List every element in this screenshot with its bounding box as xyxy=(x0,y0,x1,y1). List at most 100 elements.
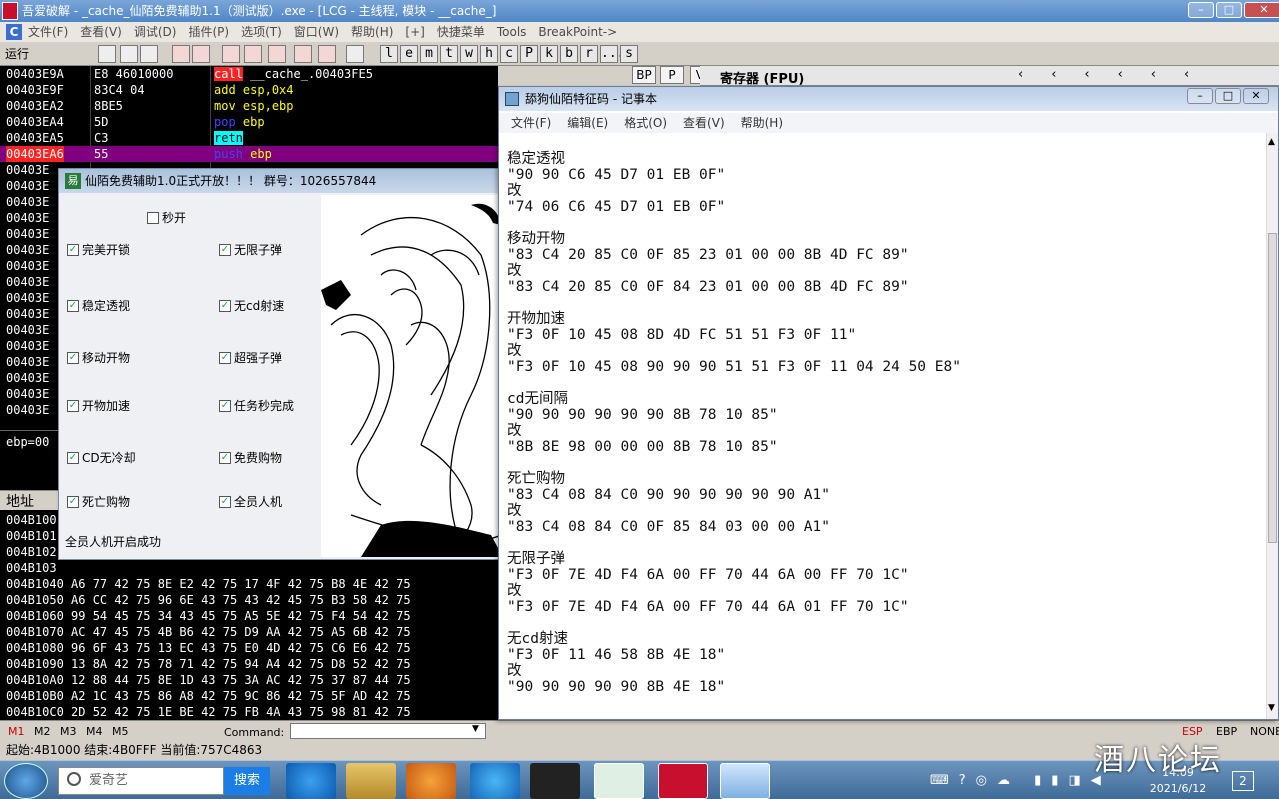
command-dropdown-icon[interactable]: ▼ xyxy=(472,724,479,734)
notepad-maximize-button[interactable]: □ xyxy=(1215,88,1241,104)
command-input[interactable] xyxy=(290,723,486,739)
checkbox-option[interactable]: ✓ 移动开物 xyxy=(67,349,130,366)
notepad-menu-item[interactable]: 格式(O) xyxy=(624,113,667,133)
check-icon[interactable]: ✓ xyxy=(219,299,231,312)
m-button[interactable]: M1 xyxy=(8,725,25,738)
check-icon[interactable]: ✓ xyxy=(67,399,79,412)
scroll-down-icon[interactable]: ▼ xyxy=(1268,703,1275,713)
dump-row[interactable]: 004B102 xyxy=(6,544,57,560)
disasm-row[interactable]: 00403EA5 C3 retn xyxy=(0,130,498,146)
media-player-icon[interactable] xyxy=(406,763,456,799)
dump-row[interactable]: 004B1090 13 8A 42 75 78 71 42 75 94 A4 4… xyxy=(6,656,411,672)
debug-tool-icon[interactable] xyxy=(120,45,138,63)
app-avatar-icon[interactable] xyxy=(530,763,580,799)
toolbar-letter-button[interactable]: P xyxy=(520,45,538,63)
dump-row[interactable]: 004B1050 A6 CC 42 75 96 6E 43 75 43 42 4… xyxy=(6,592,411,608)
toolbar-letter-button[interactable]: r xyxy=(580,45,598,63)
scroll-thumb[interactable] xyxy=(1268,233,1277,543)
menu-item[interactable]: 调试(D) xyxy=(134,22,177,42)
checkbox-instant[interactable]: 秒开 xyxy=(147,209,186,226)
dump-row[interactable]: 004B10C0 2D 52 42 75 1E BE 42 75 FB 4A 4… xyxy=(6,704,411,720)
dump-row[interactable]: 004B10A0 12 88 44 75 8E 1D 43 75 3A AC 4… xyxy=(6,672,411,688)
check-icon[interactable]: ✓ xyxy=(67,243,79,256)
check-icon[interactable]: ✓ xyxy=(219,243,231,256)
toolbar-button[interactable]: P xyxy=(660,66,684,84)
disasm-row[interactable]: 00403EA4 5D pop ebp xyxy=(0,114,498,130)
dump-row[interactable]: 004B100 xyxy=(6,512,57,528)
checkbox-option[interactable]: ✓ 超强子弹 xyxy=(219,349,282,366)
check-icon[interactable]: ✓ xyxy=(67,495,79,508)
cheat-taskbar-icon[interactable] xyxy=(594,763,644,799)
checkbox-option[interactable]: ✓ 全员人机 xyxy=(219,493,282,510)
debug-tool-icon[interactable] xyxy=(98,45,116,63)
notepad-text-area[interactable]: 稳定透视 "90 90 C6 45 D7 01 EB 0F" 改 "74 06 … xyxy=(507,151,1267,711)
toolbar-letter-button[interactable]: t xyxy=(440,45,458,63)
debug-tool-icon[interactable] xyxy=(244,45,262,63)
folder-icon[interactable] xyxy=(346,763,396,799)
search-button[interactable]: 搜索 xyxy=(224,767,270,795)
check-icon[interactable]: ✓ xyxy=(219,495,231,508)
check-icon[interactable]: ✓ xyxy=(219,451,231,464)
checkbox-option[interactable]: ✓ 完美开锁 xyxy=(67,241,130,258)
debug-tool-icon[interactable] xyxy=(192,45,210,63)
menu-item[interactable]: 快捷菜单 xyxy=(437,22,485,42)
checkbox-option[interactable]: ✓ CD无冷却 xyxy=(67,449,136,466)
notepad-menu-item[interactable]: 帮助(H) xyxy=(741,113,783,133)
m-button[interactable]: M5 xyxy=(112,725,129,738)
debug-tool-icon[interactable] xyxy=(294,45,312,63)
notepad-close-button[interactable]: ✕ xyxy=(1243,88,1269,104)
toolbar-letter-button[interactable]: s xyxy=(620,45,638,63)
menu-item[interactable]: 文件(F) xyxy=(28,22,68,42)
dump-row[interactable]: 004B1060 99 54 45 75 34 43 45 75 A5 5E 4… xyxy=(6,608,411,624)
toolbar-letter-button[interactable]: w xyxy=(460,45,478,63)
checkbox-box[interactable] xyxy=(147,211,159,224)
search-input[interactable]: 爱奇艺 xyxy=(58,767,224,795)
dump-row[interactable]: 004B10B0 A2 1C 43 75 86 A8 42 75 9C 86 4… xyxy=(6,688,411,704)
toolbar-letter-button[interactable]: ... xyxy=(600,45,624,63)
check-icon[interactable]: ✓ xyxy=(67,299,79,312)
toolbar-letter-button[interactable]: e xyxy=(400,45,418,63)
menu-item[interactable]: BreakPoint-> xyxy=(538,22,617,42)
debug-tool-icon[interactable] xyxy=(268,45,286,63)
notepad-menu-item[interactable]: 查看(V) xyxy=(683,113,725,133)
dump-row[interactable]: 004B101 xyxy=(6,528,57,544)
check-icon[interactable]: ✓ xyxy=(67,451,79,464)
checkbox-option[interactable]: ✓ 无限子弹 xyxy=(219,241,282,258)
toolbar-letter-button[interactable]: k xyxy=(540,45,558,63)
toolbar-letter-button[interactable]: l xyxy=(380,45,398,63)
dump-row[interactable]: 004B103 xyxy=(6,560,57,576)
browser-icon[interactable] xyxy=(470,763,520,799)
toolbar-letter-button[interactable]: c xyxy=(500,45,518,63)
debug-tool-icon[interactable] xyxy=(172,45,190,63)
debug-tool-icon[interactable] xyxy=(222,45,240,63)
check-icon[interactable]: ✓ xyxy=(219,351,231,364)
menu-item[interactable]: [+] xyxy=(405,22,424,42)
dump-row[interactable]: 004B1070 AC 47 45 75 4B B6 42 75 D9 AA 4… xyxy=(6,624,411,640)
close-button[interactable]: ✕ xyxy=(1244,2,1279,18)
notepad-menu-item[interactable]: 编辑(E) xyxy=(567,113,608,133)
menu-item[interactable]: 选项(T) xyxy=(241,22,282,42)
dump-row[interactable]: 004B1080 96 6F 43 75 13 EC 43 75 E0 4D 4… xyxy=(6,640,411,656)
dump-row[interactable]: 004B1040 A6 77 42 75 8E E2 42 75 17 4F 4… xyxy=(6,576,411,592)
toolbar-button[interactable]: BP xyxy=(632,66,656,84)
m-button[interactable]: M4 xyxy=(86,725,103,738)
ie-icon[interactable] xyxy=(286,763,336,799)
tray-icons[interactable]: ⌨?◎☁ ▮▮◨◀ xyxy=(930,773,1111,788)
debug-tool-icon[interactable] xyxy=(140,45,158,63)
notepad-taskbar-icon[interactable] xyxy=(720,763,770,799)
checkbox-option[interactable]: ✓ 开物加速 xyxy=(67,397,130,414)
register-flag[interactable]: NONE xyxy=(1250,725,1279,738)
menu-item[interactable]: 帮助(H) xyxy=(351,22,393,42)
notification-badge[interactable]: 2 xyxy=(1232,771,1254,791)
toolbar-letter-button[interactable]: b xyxy=(560,45,578,63)
wuai-taskbar-icon[interactable] xyxy=(658,763,708,799)
checkbox-option[interactable]: ✓ 免费购物 xyxy=(219,449,282,466)
disasm-row[interactable]: 00403EA6 55 push ebp xyxy=(0,146,498,162)
start-button-icon[interactable] xyxy=(4,763,48,799)
disasm-row[interactable]: 00403E9A E8 46010000 call __cache_.00403FE… xyxy=(0,66,498,82)
minimize-button[interactable]: – xyxy=(1188,2,1214,18)
notepad-minimize-button[interactable]: – xyxy=(1187,88,1213,104)
checkbox-option[interactable]: ✓ 稳定透视 xyxy=(67,297,130,314)
toolbar-letter-button[interactable]: m xyxy=(420,45,438,63)
m-button[interactable]: M2 xyxy=(34,725,51,738)
